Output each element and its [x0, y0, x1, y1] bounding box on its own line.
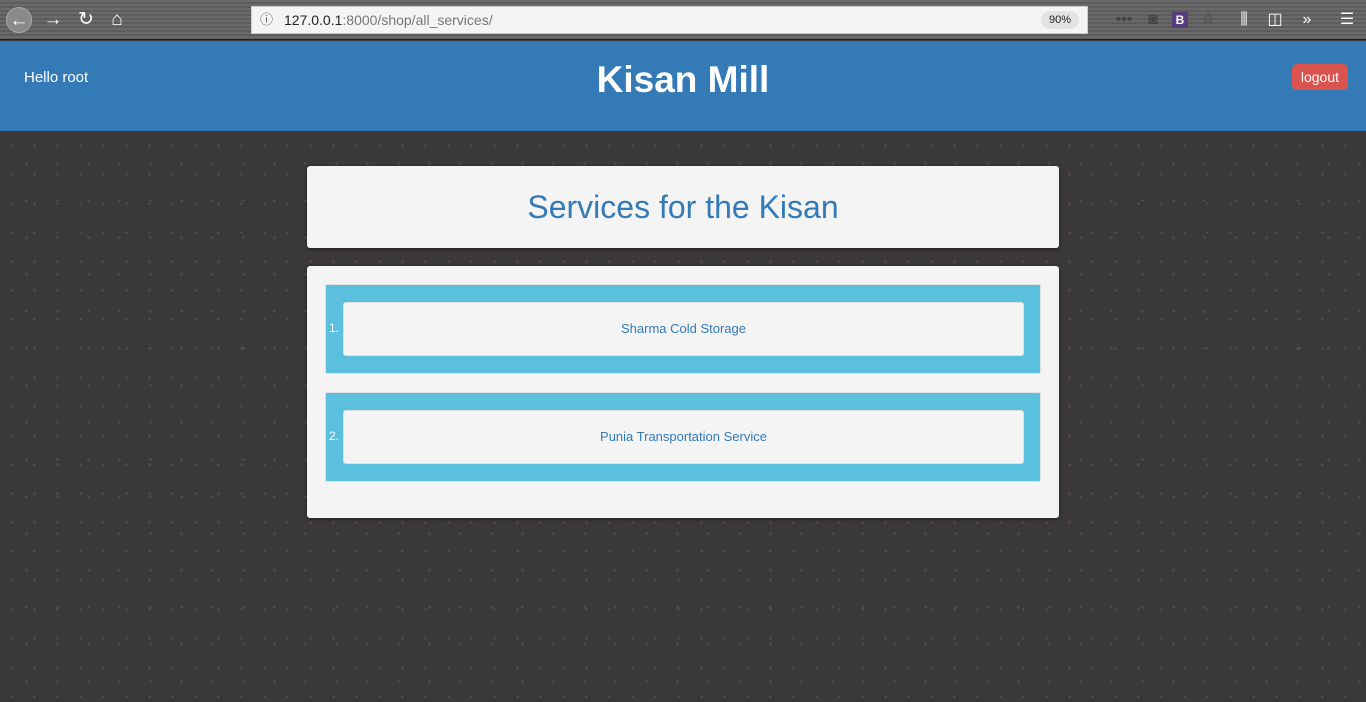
service-link[interactable]: Punia Transportation Service: [343, 410, 1024, 464]
url-path: :8000/shop/all_services/: [342, 12, 493, 28]
address-bar[interactable]: ⓘ 127.0.0.1:8000/shop/all_services/ 90%: [251, 6, 1088, 34]
library-icon[interactable]: ⫼: [1230, 6, 1258, 34]
info-icon[interactable]: ⓘ: [260, 7, 273, 33]
list-item: 1. Sharma Cold Storage: [325, 284, 1041, 374]
back-icon[interactable]: ←: [6, 7, 32, 33]
list-item: 2. Punia Transportation Service: [325, 392, 1041, 482]
more-icon[interactable]: •••: [1110, 6, 1138, 34]
item-number: 1.: [329, 321, 340, 335]
star-icon[interactable]: ☆: [1194, 6, 1222, 34]
home-icon[interactable]: ⌂: [104, 7, 130, 33]
item-number: 2.: [329, 429, 340, 443]
logout-button[interactable]: logout: [1291, 64, 1348, 90]
bootstrap-extension-icon[interactable]: B: [1166, 6, 1194, 34]
title-card: Services for the Kisan: [307, 166, 1059, 248]
pocket-icon[interactable]: ◙: [1139, 6, 1167, 34]
sidebar-icon[interactable]: ◫: [1261, 6, 1289, 34]
brand-title: Kisan Mill: [596, 59, 770, 100]
service-link[interactable]: Sharma Cold Storage: [343, 302, 1024, 356]
forward-icon[interactable]: →: [40, 7, 66, 33]
services-list: 1. Sharma Cold Storage 2. Punia Transpor…: [307, 266, 1059, 518]
menu-icon[interactable]: ☰: [1333, 6, 1361, 34]
reload-icon[interactable]: ↻: [73, 7, 99, 33]
navbar: Hello root Kisan Mill logout: [0, 41, 1366, 131]
zoom-level[interactable]: 90%: [1040, 11, 1079, 29]
page-title: Services for the Kisan: [527, 189, 839, 225]
overflow-icon[interactable]: »: [1293, 6, 1321, 34]
browser-toolbar: ← → ↻ ⌂ ⓘ 127.0.0.1:8000/shop/all_servic…: [0, 0, 1366, 40]
url-host: 127.0.0.1: [284, 12, 343, 28]
